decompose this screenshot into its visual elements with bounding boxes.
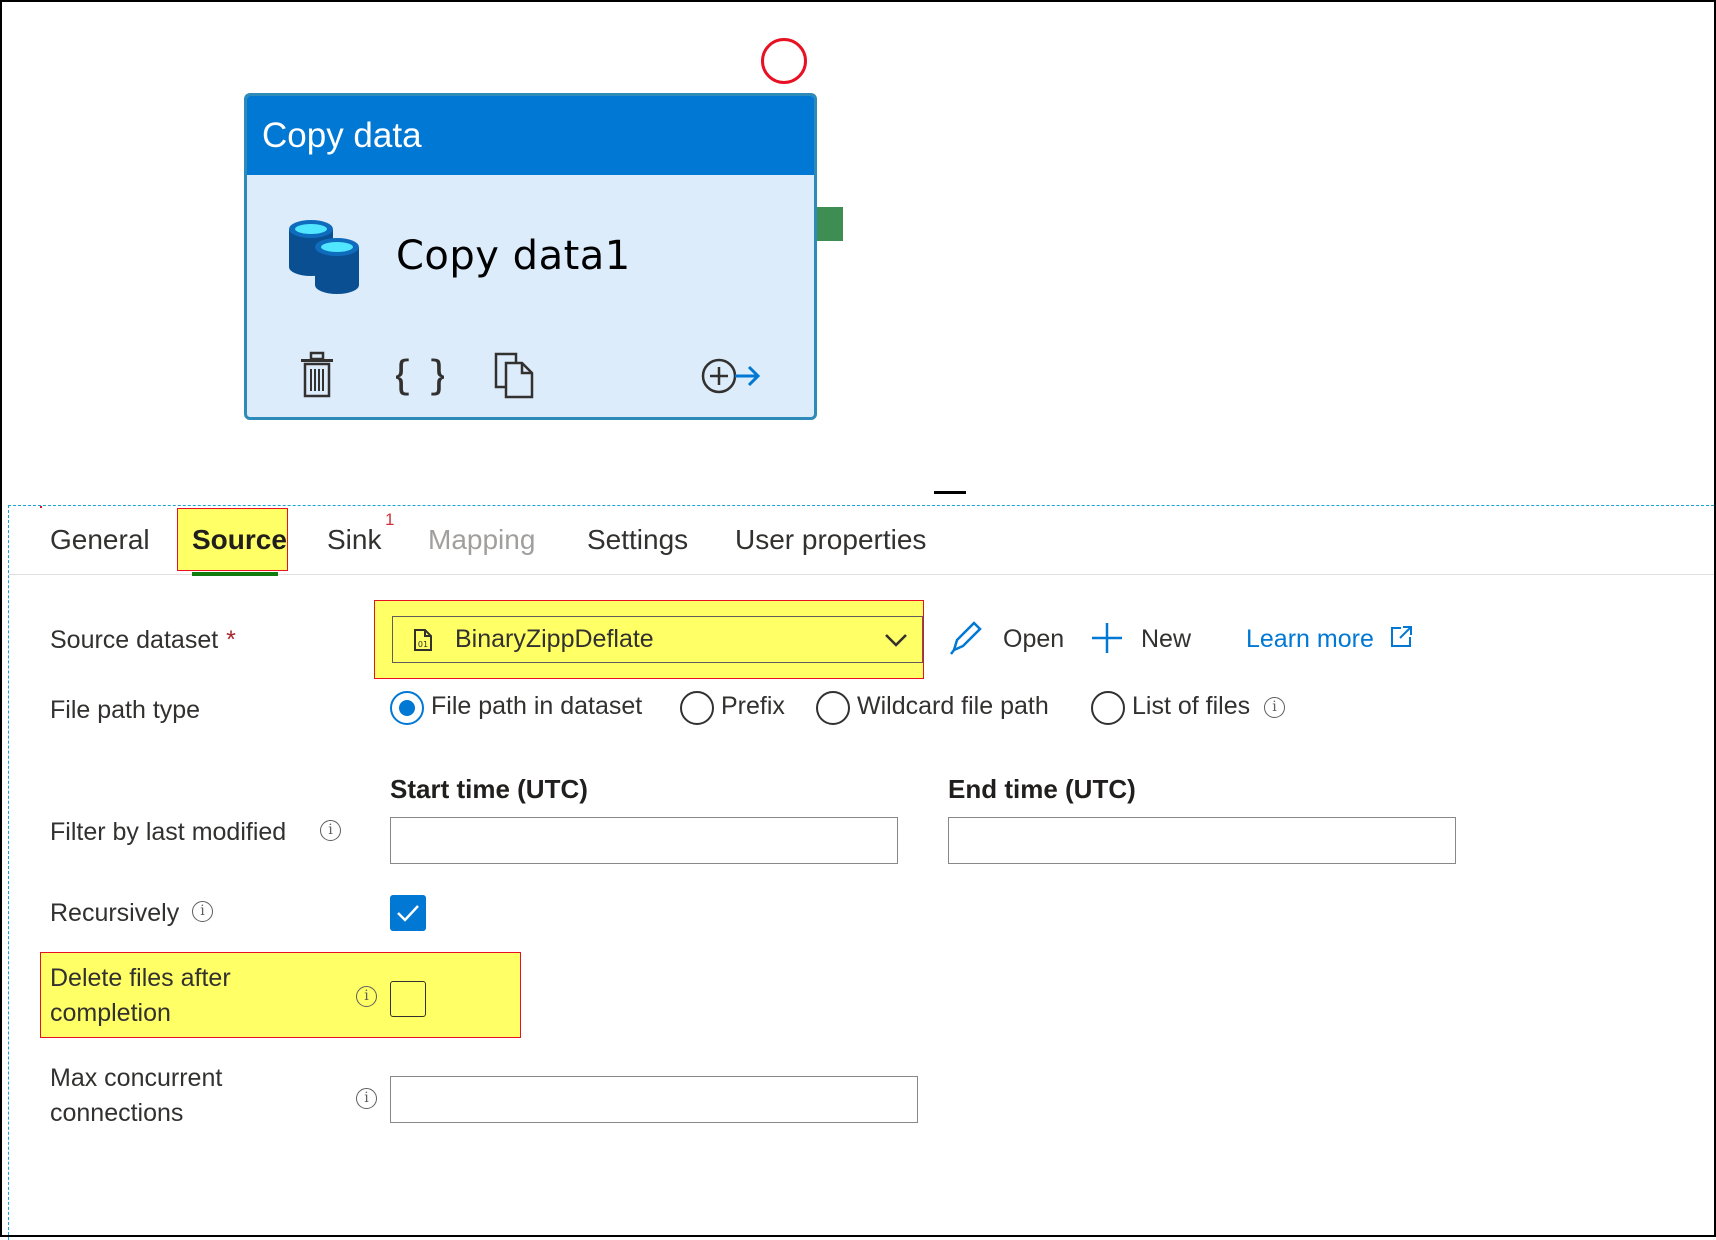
radio-indicator: [680, 691, 714, 725]
database-icon: [289, 220, 359, 294]
tab-settings[interactable]: Settings: [587, 524, 688, 556]
tab-general[interactable]: General: [50, 524, 150, 556]
binary-dataset-icon: 01: [414, 629, 432, 651]
source-dataset-label: Source dataset *: [50, 626, 236, 655]
success-output-port[interactable]: [817, 207, 843, 241]
delete-files-label-line2: completion: [50, 999, 171, 1027]
tab-source[interactable]: Source: [192, 524, 287, 556]
radio-indicator: [1091, 691, 1125, 725]
delete-icon[interactable]: [297, 351, 337, 399]
new-label: New: [1141, 625, 1192, 653]
pencil-icon: [950, 621, 982, 655]
radio-label: File path in dataset: [431, 692, 643, 720]
activity-properties-panel: General Source Sink 1 Mapping Settings U…: [8, 505, 1714, 1240]
screenshot-frame: Copy data Copy data1 General Source Sink…: [0, 0, 1716, 1240]
delete-files-label-line1: Delete files after: [50, 964, 231, 992]
sink-error-badge: 1: [385, 510, 395, 529]
recursively-checkbox[interactable]: [390, 895, 426, 931]
chevron-down-icon: [885, 634, 907, 647]
radio-label: List of files: [1132, 692, 1251, 720]
properties-tabs: General Source Sink 1 Mapping Settings U…: [9, 506, 1714, 576]
source-dataset-dropdown[interactable]: 01 BinaryZippDeflate: [392, 616, 923, 663]
panel-resize-handle[interactable]: [934, 491, 966, 494]
add-output-icon[interactable]: [700, 355, 762, 397]
external-link-icon: [1390, 626, 1412, 647]
start-time-label: Start time (UTC): [390, 774, 588, 804]
info-icon[interactable]: i: [1264, 697, 1285, 718]
tab-sink[interactable]: Sink: [327, 524, 381, 556]
info-icon[interactable]: i: [192, 901, 213, 922]
plus-icon: [1092, 623, 1122, 653]
max-concurrent-input[interactable]: [390, 1076, 918, 1123]
radio-label: Wildcard file path: [857, 692, 1049, 720]
required-marker: *: [226, 626, 236, 654]
filter-last-modified-label: Filter by last modified: [50, 818, 287, 846]
learn-more-label: Learn more: [1246, 625, 1374, 653]
spacer: [40, 506, 42, 508]
learn-more-link[interactable]: Learn more: [1246, 625, 1413, 654]
svg-text:{ }: { }: [396, 353, 444, 399]
tab-mapping[interactable]: Mapping: [428, 524, 535, 556]
recursively-label: Recursively: [50, 899, 180, 927]
svg-text:01: 01: [418, 640, 428, 649]
max-concurrent-label-line2: connections: [50, 1099, 184, 1127]
activity-type-title: Copy data: [247, 96, 814, 175]
info-icon[interactable]: i: [356, 1088, 377, 1109]
radio-indicator: [816, 691, 850, 725]
max-concurrent-label-line1: Max concurrent: [50, 1064, 223, 1092]
info-icon[interactable]: i: [320, 820, 341, 841]
file-path-type-label: File path type: [50, 696, 201, 724]
code-icon[interactable]: { }: [396, 351, 444, 399]
active-tab-indicator: [192, 572, 278, 576]
delete-files-checkbox[interactable]: [390, 981, 426, 1017]
radio-label: Prefix: [721, 692, 785, 720]
start-time-input[interactable]: [390, 817, 898, 864]
open-label: Open: [1003, 625, 1065, 653]
end-time-label: End time (UTC): [948, 774, 1136, 804]
info-icon[interactable]: i: [356, 986, 377, 1007]
copy-data-activity[interactable]: Copy data Copy data1: [244, 93, 817, 420]
delete-files-label: Delete files after completion: [50, 961, 231, 1031]
clone-icon[interactable]: [494, 351, 536, 399]
pipeline-canvas[interactable]: Copy data Copy data1: [2, 2, 1714, 494]
source-dataset-label-text: Source dataset: [50, 626, 219, 654]
source-dataset-value: BinaryZippDeflate: [455, 625, 654, 653]
activity-name: Copy data1: [396, 233, 631, 279]
checkmark-icon: [397, 905, 419, 922]
radio-indicator: [390, 691, 424, 725]
validation-error-indicator: [761, 38, 807, 84]
max-concurrent-label: Max concurrent connections: [50, 1061, 222, 1131]
activity-body: Copy data1 { }: [247, 175, 814, 417]
end-time-input[interactable]: [948, 817, 1456, 864]
tab-user-properties[interactable]: User properties: [735, 524, 926, 556]
